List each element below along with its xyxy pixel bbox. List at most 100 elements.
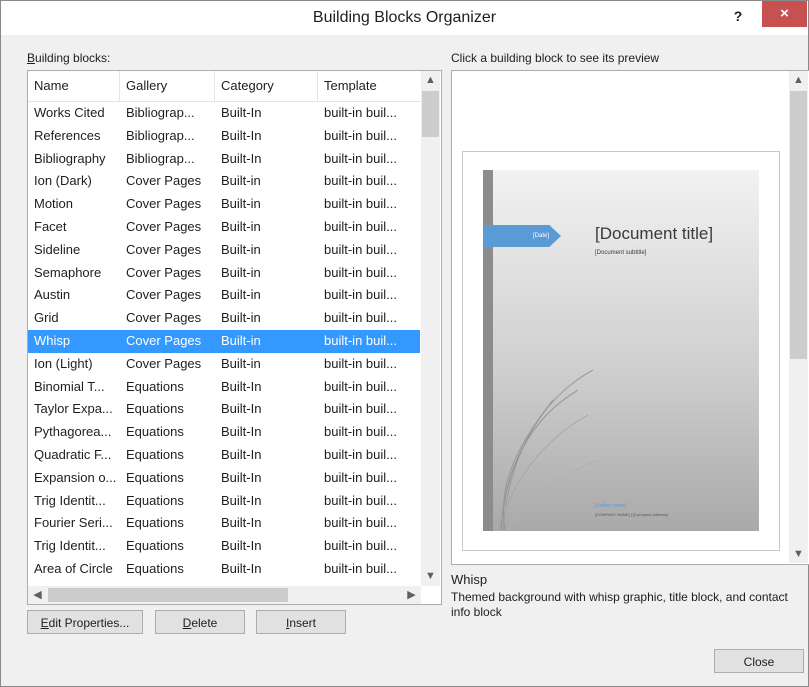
list-cell-template: built-in buil... [324, 469, 397, 485]
list-cell-category: Built-In [221, 424, 262, 440]
list-item[interactable]: Whisp Cover Pages Built-in built-in buil... [28, 329, 420, 353]
list-cell-name: Ion (Light) [34, 355, 93, 371]
list-cell-category: Built-in [221, 264, 261, 280]
list-cell-name: Taylor Expa... [34, 401, 113, 417]
list-cell-template: built-in buil... [324, 424, 397, 440]
list-rows: Works Cited Bibliograp... Built-In built-in… [28, 102, 420, 587]
list-vertical-scroll-thumb[interactable] [422, 91, 439, 137]
help-button[interactable]: ? [726, 5, 750, 27]
list-cell-category: Built-in [221, 241, 261, 257]
list-cell-category: Built-In [221, 515, 262, 531]
list-item[interactable]: Binomial T... Equations Built-In built-in b… [28, 376, 420, 399]
list-cell-gallery: Equations [126, 538, 184, 554]
list-item[interactable]: Ion (Dark) Cover Pages Built-in built-in bu… [28, 170, 420, 193]
list-cell-category: Built-In [221, 105, 262, 120]
scroll-down-arrow-icon[interactable]: ▼ [421, 567, 440, 585]
list-horizontal-scroll-thumb[interactable] [48, 588, 288, 602]
list-cell-category: Built-In [221, 127, 262, 143]
list-horizontal-scrollbar[interactable]: ◀ ▶ [28, 586, 421, 604]
list-cell-template: built-in buil... [324, 105, 397, 120]
list-cell-category: Built-In [221, 378, 262, 394]
list-cell-category: Built-In [221, 492, 262, 508]
list-cell-gallery: Cover Pages [126, 355, 202, 371]
list-cell-category: Built-in [221, 196, 261, 212]
insert-button[interactable]: Insert [256, 610, 346, 634]
list-item[interactable]: Expansion o... Equations Built-In built-in … [28, 467, 420, 490]
list-cell-template: built-in buil... [324, 355, 397, 371]
scroll-right-arrow-icon[interactable]: ▶ [402, 586, 421, 604]
list-cell-name: References [34, 127, 101, 143]
list-item[interactable]: Pythagorea... Equations Built-In built-in b… [28, 421, 420, 444]
list-cell-gallery: Equations [126, 378, 184, 394]
list-cell-category: Built-in [221, 218, 261, 234]
list-item[interactable]: Grid Cover Pages Built-in built-in buil... [28, 307, 420, 330]
column-header-gallery[interactable]: Gallery [120, 71, 215, 101]
list-cell-template: built-in buil... [324, 127, 397, 143]
list-item[interactable]: Bibliography Bibliograp... Built-In built-i… [28, 148, 420, 171]
list-cell-name: Works Cited [34, 105, 105, 120]
preview-scroll-down-arrow-icon[interactable]: ▼ [789, 545, 808, 563]
list-cell-template: built-in buil... [324, 560, 397, 576]
company-placeholder: [COMPANY NAME] | [Company address] [595, 512, 668, 517]
delete-button[interactable]: Delete [155, 610, 245, 634]
document-title-placeholder: [Document title] [595, 224, 714, 243]
building-blocks-organizer-dialog: Building Blocks Organizer ? × Building b… [0, 0, 809, 687]
column-header-template[interactable]: Template [318, 71, 423, 101]
list-item[interactable]: Semaphore Cover Pages Built-in built-in bui… [28, 262, 420, 285]
list-cell-name: Area of Circle [34, 560, 113, 576]
list-cell-category: Built-in [221, 287, 261, 303]
list-cell-gallery: Cover Pages [126, 241, 202, 257]
list-cell-category: Built-In [221, 150, 262, 166]
list-cell-gallery: Equations [126, 469, 184, 485]
building-blocks-list[interactable]: Name Gallery Category Template Works Cit… [27, 70, 442, 605]
list-item[interactable]: Austin Cover Pages Built-in built-in buil..… [28, 284, 420, 307]
list-item[interactable]: Trig Identit... Equations Built-In built-in… [28, 490, 420, 513]
scroll-left-arrow-icon[interactable]: ◀ [28, 586, 47, 604]
list-cell-category: Built-In [221, 560, 262, 576]
list-cell-gallery: Bibliograp... [126, 127, 195, 143]
list-item[interactable]: Quadratic F... Equations Built-In built-in … [28, 444, 420, 467]
column-header-category[interactable]: Category [215, 71, 318, 101]
list-cell-template: built-in buil... [324, 150, 397, 166]
close-window-button[interactable]: × [762, 1, 807, 27]
list-cell-name: Bibliography [34, 150, 106, 166]
list-cell-gallery: Cover Pages [126, 196, 202, 212]
list-cell-gallery: Cover Pages [126, 332, 202, 348]
list-cell-category: Built-In [221, 446, 262, 462]
list-vertical-scrollbar[interactable]: ▲ ▼ [421, 71, 440, 586]
list-item[interactable]: Taylor Expa... Equations Built-In built-in … [28, 398, 420, 421]
list-item[interactable]: Motion Cover Pages Built-in built-in buil..… [28, 193, 420, 216]
preview-scroll-thumb[interactable] [790, 91, 807, 359]
list-cell-name: Trig Identit... [34, 538, 106, 554]
list-item[interactable]: References Bibliograp... Built-In built-in … [28, 125, 420, 148]
list-item[interactable]: Facet Cover Pages Built-in built-in buil... [28, 216, 420, 239]
close-button[interactable]: Close [714, 649, 804, 673]
list-cell-template: built-in buil... [324, 515, 397, 531]
preview-vertical-scrollbar[interactable]: ▲ ▼ [789, 71, 808, 563]
list-item[interactable]: Ion (Light) Cover Pages Built-in built-in b… [28, 353, 420, 376]
list-cell-name: Fourier Seri... [34, 515, 113, 531]
list-item[interactable]: Trig Identit... Equations Built-In built-in… [28, 535, 420, 558]
list-cell-gallery: Equations [126, 492, 184, 508]
list-cell-name: Facet [34, 218, 67, 234]
column-header-name[interactable]: Name [28, 71, 120, 101]
list-cell-template: built-in buil... [324, 401, 397, 417]
list-cell-template: built-in buil... [324, 310, 397, 326]
list-cell-name: Austin [34, 287, 71, 303]
edit-properties-button[interactable]: Edit Properties... [27, 610, 143, 634]
building-blocks-label: Building blocks: [27, 51, 111, 65]
list-cell-template: built-in buil... [324, 332, 397, 348]
list-cell-gallery: Cover Pages [126, 287, 202, 303]
list-cell-category: Built-In [221, 401, 262, 417]
list-cell-category: Built-in [221, 173, 261, 189]
list-cell-gallery: Bibliograp... [126, 150, 195, 166]
list-cell-category: Built-in [221, 355, 261, 371]
scroll-up-arrow-icon[interactable]: ▲ [421, 71, 440, 89]
list-cell-name: Sideline [34, 241, 81, 257]
list-item[interactable]: Works Cited Bibliograp... Built-In built-in… [28, 102, 420, 125]
list-item[interactable]: Sideline Cover Pages Built-in built-in buil… [28, 239, 420, 262]
list-item[interactable]: Area of Circle Equations Built-In built-in … [28, 558, 420, 581]
preview-scroll-up-arrow-icon[interactable]: ▲ [789, 71, 808, 89]
list-item[interactable]: Fourier Seri... Equations Built-In built-in… [28, 512, 420, 535]
list-cell-name: Quadratic F... [34, 446, 112, 462]
